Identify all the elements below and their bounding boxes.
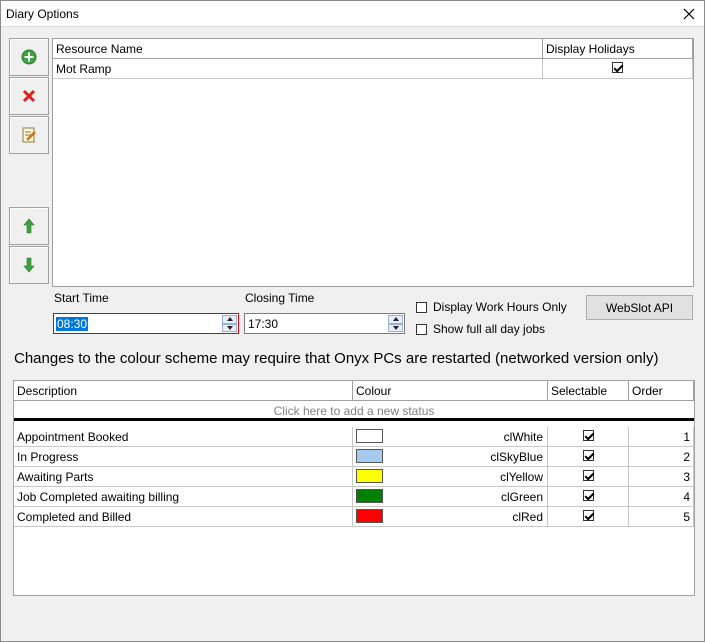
status-row[interactable]: Job Completed awaiting billing clGreen 4 [14, 487, 694, 507]
add-status-row[interactable]: Click here to add a new status [14, 401, 694, 421]
start-time-down-button[interactable] [222, 323, 237, 332]
move-down-button[interactable] [9, 246, 49, 284]
column-header-colour[interactable]: Colour [353, 381, 548, 401]
status-description-cell[interactable]: In Progress [14, 447, 353, 467]
resource-name-cell[interactable]: Mot Ramp [53, 59, 543, 79]
status-row[interactable]: In Progress clSkyBlue 2 [14, 447, 694, 467]
start-time-input[interactable]: 08:30 [53, 313, 239, 334]
status-colour-name: clWhite [503, 430, 543, 444]
status-row[interactable]: Awaiting Parts clYellow 3 [14, 467, 694, 487]
status-colour-name: clRed [512, 510, 543, 524]
colour-swatch [356, 469, 383, 483]
move-up-button[interactable] [9, 207, 49, 245]
status-order-cell[interactable]: 1 [629, 427, 694, 447]
status-description-cell[interactable]: Job Completed awaiting billing [14, 487, 353, 507]
column-header-resource-name[interactable]: Resource Name [53, 39, 543, 59]
status-colour-cell[interactable]: clYellow [353, 467, 548, 487]
diary-options-window: Diary Options Resource Name Display Holi… [0, 0, 705, 642]
status-grid-header: Description Colour Selectable Order [14, 381, 694, 401]
status-description-cell[interactable]: Awaiting Parts [14, 467, 353, 487]
resource-row[interactable]: Mot Ramp [53, 59, 693, 79]
colour-swatch [356, 449, 383, 463]
status-selectable-cell[interactable] [548, 467, 629, 487]
close-button[interactable] [674, 1, 704, 27]
column-header-selectable[interactable]: Selectable [548, 381, 629, 401]
resource-grid: Resource Name Display Holidays Mot Ramp [52, 38, 694, 287]
spin-up-icon [226, 317, 233, 322]
close-icon [683, 8, 695, 20]
show-all-day-option[interactable]: Show full all day jobs [416, 322, 545, 336]
display-work-hours-checkbox[interactable] [416, 301, 427, 313]
column-header-order[interactable]: Order [629, 381, 694, 401]
edit-icon [22, 127, 36, 143]
status-order-cell[interactable]: 3 [629, 467, 694, 487]
status-colour-cell[interactable]: clGreen [353, 487, 548, 507]
status-row[interactable]: Completed and Billed clRed 5 [14, 507, 694, 527]
status-colour-name: clYellow [500, 470, 543, 484]
edit-resource-button[interactable] [9, 116, 49, 154]
display-work-hours-option[interactable]: Display Work Hours Only [416, 300, 567, 314]
status-selectable-checkbox[interactable] [582, 510, 594, 521]
status-selectable-checkbox[interactable] [582, 430, 594, 441]
closing-time-down-button[interactable] [388, 323, 403, 332]
start-time-value: 08:30 [56, 317, 89, 331]
status-order-cell[interactable]: 4 [629, 487, 694, 507]
colour-swatch [356, 429, 383, 443]
add-resource-button[interactable] [9, 38, 49, 76]
title-bar: Diary Options [1, 1, 704, 27]
colour-swatch [356, 509, 383, 523]
display-holidays-cell[interactable] [543, 59, 693, 79]
add-icon [21, 49, 37, 65]
status-selectable-checkbox[interactable] [582, 450, 594, 461]
status-selectable-checkbox[interactable] [582, 490, 594, 501]
spin-down-icon [392, 325, 399, 330]
delete-icon [22, 89, 36, 103]
start-time-label: Start Time [54, 291, 109, 305]
status-colour-cell[interactable]: clRed [353, 507, 548, 527]
display-work-hours-label: Display Work Hours Only [433, 300, 567, 314]
closing-time-input[interactable]: 17:30 [244, 313, 405, 334]
status-selectable-cell[interactable] [548, 447, 629, 467]
status-selectable-checkbox[interactable] [582, 470, 594, 481]
closing-time-value: 17:30 [248, 317, 279, 331]
delete-resource-button[interactable] [9, 77, 49, 115]
closing-time-spinner[interactable] [388, 315, 403, 332]
status-colour-name: clGreen [500, 490, 543, 504]
window-title: Diary Options [6, 7, 79, 21]
show-all-day-checkbox[interactable] [416, 323, 427, 335]
column-header-description[interactable]: Description [14, 381, 353, 401]
status-selectable-cell[interactable] [548, 507, 629, 527]
start-time-up-button[interactable] [222, 315, 237, 324]
start-time-spinner[interactable] [222, 315, 237, 332]
status-grid: Description Colour Selectable Order Clic… [13, 380, 695, 596]
status-selectable-cell[interactable] [548, 487, 629, 507]
status-description-cell[interactable]: Appointment Booked [14, 427, 353, 447]
move-up-icon [23, 218, 35, 234]
resource-grid-header: Resource Name Display Holidays [53, 39, 693, 59]
status-colour-cell[interactable]: clSkyBlue [353, 447, 548, 467]
status-description-cell[interactable]: Completed and Billed [14, 507, 353, 527]
colour-swatch [356, 489, 383, 503]
show-all-day-label: Show full all day jobs [433, 322, 546, 336]
move-down-icon [23, 257, 35, 273]
closing-time-up-button[interactable] [388, 315, 403, 324]
status-row[interactable]: Appointment Booked clWhite 1 [14, 427, 694, 447]
colour-scheme-notice: Changes to the colour scheme may require… [14, 350, 659, 367]
status-selectable-cell[interactable] [548, 427, 629, 447]
spin-up-icon [392, 317, 399, 322]
status-order-cell[interactable]: 2 [629, 447, 694, 467]
column-header-display-holidays[interactable]: Display Holidays [543, 39, 693, 59]
status-colour-name: clSkyBlue [490, 450, 543, 464]
closing-time-label: Closing Time [245, 291, 315, 305]
status-colour-cell[interactable]: clWhite [353, 427, 548, 447]
display-holidays-checkbox[interactable] [612, 62, 623, 73]
status-order-cell[interactable]: 5 [629, 507, 694, 527]
spin-down-icon [226, 325, 233, 330]
webslot-api-button[interactable]: WebSlot API [586, 295, 693, 320]
